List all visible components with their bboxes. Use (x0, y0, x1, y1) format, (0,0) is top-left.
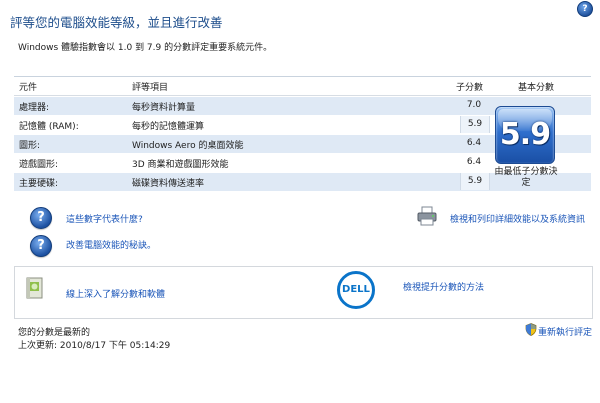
row-subscore: 6.4 (466, 157, 482, 167)
question-icon: ? (30, 235, 52, 257)
column-header-component: 元件 (19, 83, 38, 93)
row-component: 處理器: (19, 103, 50, 113)
row-component: 記憶體 (RAM): (19, 122, 79, 132)
column-header-subscore: 子分數 (456, 83, 484, 93)
column-header-basescore: 基本分數 (518, 83, 555, 93)
base-score-value: 5.9 (499, 117, 551, 152)
row-subscore: 5.9 (460, 116, 490, 133)
row-subscore: 7.0 (466, 100, 482, 110)
page-title: 評等您的電腦效能等級，並且進行改善 (10, 15, 223, 30)
learn-online-link[interactable]: 線上深入了解分數和軟體 (66, 287, 165, 300)
base-score-badge: 5.9 (495, 106, 555, 164)
column-header-rated: 評等項目 (132, 83, 169, 93)
row-rated: 每秒的記憶體運算 (132, 122, 205, 132)
row-component: 主要硬碟: (19, 179, 59, 189)
improve-tips-link[interactable]: 改善電腦效能的秘訣。 (66, 238, 156, 251)
improve-score-link[interactable]: 檢視提升分數的方法 (403, 280, 484, 293)
table-header: 元件 評等項目 子分數 基本分數 (14, 77, 591, 96)
row-component: 遊戲圖形: (19, 160, 59, 170)
rerun-assessment-link[interactable]: 重新執行評定 (538, 325, 592, 338)
row-rated: Windows Aero 的桌面效能 (132, 141, 244, 151)
last-update-time: 上次更新: 2010/8/17 下午 05:14:29 (18, 341, 171, 351)
row-rated: 磁碟資料傳送速率 (132, 179, 205, 189)
row-rated: 每秒資料計算量 (132, 103, 196, 113)
score-status: 您的分數是最新的 (18, 328, 91, 338)
row-subscore: 5.9 (460, 173, 490, 190)
base-score-caption: 由最低子分數決定 (494, 167, 558, 188)
page-description: Windows 體驗指數會以 1.0 到 7.9 的分數評定重要系統元件。 (18, 43, 273, 53)
row-component: 圖形: (19, 141, 41, 151)
software-box-icon (26, 277, 43, 299)
shield-icon (525, 323, 537, 336)
help-icon[interactable]: ? (577, 1, 593, 17)
row-rated: 3D 商業和遊戲圖形效能 (132, 160, 229, 170)
row-subscore: 6.4 (466, 138, 482, 148)
question-icon: ? (30, 207, 52, 229)
dell-logo[interactable]: DELL (337, 271, 375, 309)
printer-icon (417, 206, 437, 226)
what-scores-mean-link[interactable]: 這些數字代表什麼? (66, 212, 143, 225)
view-print-details-link[interactable]: 檢視和列印詳細效能以及系統資訊 (450, 212, 585, 225)
